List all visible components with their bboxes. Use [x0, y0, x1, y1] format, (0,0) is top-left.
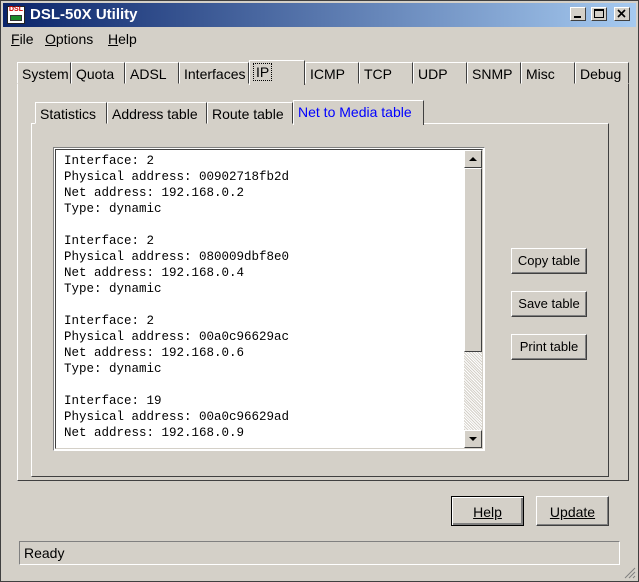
arrow-down-icon: [469, 437, 477, 441]
menu-file-rest: ile: [19, 31, 34, 47]
tab-ip-label: IP: [252, 63, 273, 81]
app-window: DSL DSL-50X Utility File Options Help Sy…: [0, 0, 639, 582]
arrow-up-icon: [469, 157, 477, 161]
tab-misc[interactable]: Misc: [521, 62, 575, 84]
window-title: DSL-50X Utility: [30, 6, 138, 23]
subtab-net-to-media-table[interactable]: Net to Media table: [293, 100, 424, 125]
table-line: Physical address: 00a0c96629ad: [64, 410, 290, 424]
maximize-icon: [594, 9, 604, 18]
table-line: Physical address: 00a0c96629ac: [64, 330, 290, 344]
menu-help-accel: H: [108, 31, 119, 47]
minimize-button[interactable]: [570, 7, 586, 21]
print-table-button[interactable]: Print table: [511, 334, 587, 360]
subtab-address-table[interactable]: Address table: [107, 102, 207, 124]
status-bar: Ready: [19, 541, 620, 565]
tab-snmp[interactable]: SNMP: [467, 62, 521, 84]
menu-file[interactable]: File: [11, 31, 34, 47]
menu-help-rest: elp: [118, 31, 137, 47]
table-line: [64, 217, 289, 233]
table-line: Type: dynamic: [64, 362, 162, 376]
table-line: [64, 297, 289, 313]
tab-debug[interactable]: Debug: [575, 62, 629, 84]
resize-grip-icon[interactable]: [624, 567, 636, 579]
tab-adsl[interactable]: ADSL: [125, 62, 179, 84]
tab-udp[interactable]: UDP: [413, 62, 467, 84]
scroll-thumb[interactable]: [464, 168, 482, 352]
table-line: Interface: 2: [64, 154, 155, 168]
scroll-up-button[interactable]: [464, 150, 482, 168]
table-line: Physical address: 080009dbf8e0: [64, 250, 290, 264]
minimize-icon: [574, 16, 581, 18]
table-line: Net address: 192.168.0.2: [64, 186, 245, 200]
tab-icmp[interactable]: ICMP: [305, 62, 359, 84]
table-line: Physical address: 00902718fb2d: [64, 170, 290, 184]
close-icon: [617, 9, 626, 18]
net-to-media-listbox[interactable]: Interface: 2 Physical address: 00902718fb…: [53, 147, 485, 451]
status-text: Ready: [24, 545, 65, 561]
tab-interfaces[interactable]: Interfaces: [179, 62, 249, 84]
update-button[interactable]: Update: [536, 496, 609, 526]
table-line: Net address: 192.168.0.4: [64, 266, 245, 280]
table-line: Interface: 19: [64, 394, 162, 408]
table-line: Net address: 192.168.0.9: [64, 426, 245, 440]
menu-options-accel: O: [45, 31, 56, 47]
table-line: Net address: 192.168.0.6: [64, 346, 245, 360]
help-button[interactable]: Help: [451, 496, 524, 526]
table-line: Type: dynamic: [64, 282, 162, 296]
tab-quota[interactable]: Quota: [71, 62, 125, 84]
help-button-label: Help: [473, 504, 502, 520]
tab-tcp[interactable]: TCP: [359, 62, 413, 84]
copy-table-button[interactable]: Copy table: [511, 248, 587, 274]
app-icon[interactable]: DSL: [7, 6, 25, 24]
scroll-down-button[interactable]: [464, 430, 482, 448]
save-table-button[interactable]: Save table: [511, 291, 587, 317]
table-line: Interface: 2: [64, 234, 155, 248]
title-bar[interactable]: DSL DSL-50X Utility: [3, 3, 636, 27]
vertical-scrollbar[interactable]: [464, 150, 482, 448]
table-line: Interface: 2: [64, 314, 155, 328]
tab-system[interactable]: System: [17, 62, 71, 84]
menu-help[interactable]: Help: [108, 31, 137, 47]
update-button-label: Update: [549, 504, 596, 520]
table-line: [64, 377, 289, 393]
app-icon-label: DSL: [9, 6, 23, 13]
table-line: Type: dynamic: [64, 202, 162, 216]
menu-options[interactable]: Options: [45, 31, 93, 47]
app-icon-bar: [10, 15, 22, 21]
table-text: Interface: 2 Physical address: 00902718fb…: [64, 153, 289, 441]
subtab-statistics[interactable]: Statistics: [35, 102, 107, 124]
subtab-route-table[interactable]: Route table: [207, 102, 293, 124]
menu-options-rest: ptions: [55, 31, 94, 47]
close-button[interactable]: [614, 7, 630, 21]
listbox-content: Interface: 2 Physical address: 00902718fb…: [55, 149, 483, 449]
menu-file-accel: F: [11, 31, 20, 47]
maximize-button[interactable]: [591, 7, 607, 21]
tab-ip[interactable]: IP: [249, 60, 305, 85]
